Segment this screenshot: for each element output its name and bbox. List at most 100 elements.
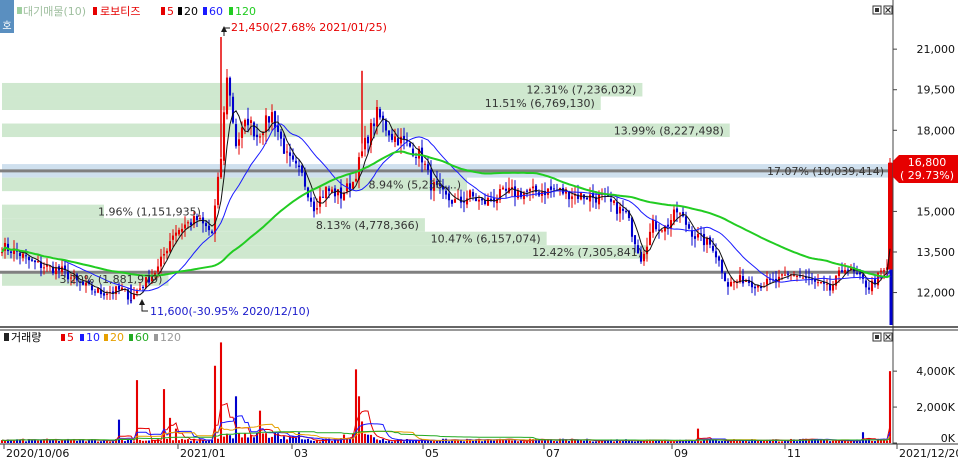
candle-body	[780, 274, 784, 276]
volume-bar	[402, 441, 406, 443]
volume-bar	[267, 437, 271, 443]
vol-ma10-swatch	[80, 334, 84, 341]
volume-bar	[432, 441, 436, 443]
price-tick-label: 15,000	[917, 205, 956, 218]
volume-bar	[264, 433, 268, 443]
x-tick-label: 2021/12/20	[899, 447, 958, 460]
volume-bar	[510, 440, 514, 443]
volume-bar	[246, 437, 250, 443]
candle-body	[222, 112, 226, 161]
stock-name-legend[interactable]: 로보티즈	[100, 5, 140, 18]
volume-bar	[333, 440, 337, 443]
vol-ma5-swatch	[61, 334, 65, 341]
volume-bar	[777, 441, 781, 443]
volume-legend-swatch	[4, 333, 9, 341]
candle-body	[249, 120, 253, 123]
volume-bar	[282, 436, 286, 443]
volume-bar	[576, 440, 580, 443]
volume-bar	[144, 440, 148, 443]
ma20-legend[interactable]: 20	[184, 5, 198, 18]
volume-bar	[612, 441, 616, 443]
candle-body	[765, 278, 769, 285]
vol-ma5-legend[interactable]: 5	[67, 331, 74, 344]
x-tick-label: 2021/01	[180, 447, 226, 460]
candle-body	[858, 272, 862, 275]
vol-ma10-legend[interactable]: 10	[86, 331, 100, 344]
candle-body	[318, 196, 322, 207]
volume-bar	[870, 440, 874, 443]
volume-bar	[657, 440, 661, 443]
high-marker: 21,450(27.68% 2021/01/25)	[221, 21, 387, 36]
volume-bar	[132, 441, 136, 443]
volume-bar	[345, 439, 349, 443]
candle-body	[408, 143, 412, 147]
candle-body	[372, 123, 376, 127]
vol-ma120-legend[interactable]: 120	[160, 331, 181, 344]
volume-bar	[699, 441, 703, 443]
volume-tick-label: 2,000K	[916, 401, 955, 414]
volume-bar	[690, 441, 694, 443]
candle-body	[315, 208, 319, 210]
volume-bar	[669, 441, 673, 443]
current-price-box: 16,800 ( 29.73%)	[893, 155, 958, 183]
vol-ma20-legend[interactable]: 20	[110, 331, 124, 344]
volume-bar	[312, 440, 316, 443]
stock-chart: 12.31% (7,236,032)11.51% (6,769,130) 13.9…	[0, 0, 958, 460]
candle-body	[501, 187, 505, 190]
volume-bar	[621, 441, 625, 443]
volume-tick-label: 0K	[941, 432, 956, 445]
ma60-legend[interactable]: 60	[209, 5, 223, 18]
candle-body	[135, 291, 139, 294]
candle-body	[795, 275, 799, 277]
ma5-legend[interactable]: 5	[167, 5, 174, 18]
candle-body	[18, 253, 22, 257]
candle-body	[300, 165, 304, 173]
volume-bar	[462, 441, 466, 443]
candle-body	[168, 241, 172, 252]
x-tick-label: 09	[674, 447, 688, 460]
candle-body	[219, 158, 223, 178]
candle-body	[390, 133, 394, 140]
candle-body	[654, 221, 658, 230]
volume-bar	[168, 417, 172, 443]
volume-bar	[654, 440, 658, 443]
volume-bar	[183, 439, 187, 443]
candle-body	[270, 112, 274, 123]
volume-profile-label: 8.94% (5,256,...)	[369, 178, 462, 191]
candle-body	[177, 229, 181, 235]
volume-bar	[252, 437, 256, 443]
volume-bar	[3, 440, 7, 443]
volume-bar	[426, 440, 430, 443]
candle-body	[621, 208, 625, 211]
candle-body	[648, 231, 652, 246]
candle-body	[231, 96, 235, 123]
volume-bar	[471, 440, 475, 443]
candle-body	[54, 267, 58, 275]
candle-body	[273, 111, 277, 128]
volume-bar	[216, 438, 220, 443]
volume-bar	[666, 441, 670, 443]
candle-body	[264, 115, 268, 133]
volume-bar	[726, 440, 730, 443]
vol-ma60-legend[interactable]: 60	[135, 331, 149, 344]
volume-title-legend[interactable]: 거래량	[11, 331, 41, 344]
volume-bar	[381, 438, 385, 443]
candle-body	[399, 136, 403, 144]
price-tick-label: 18,000	[917, 124, 956, 137]
volume-bar	[174, 428, 178, 443]
candle-body	[630, 217, 634, 237]
vol-ma20-swatch	[104, 334, 108, 341]
price-restore-icon	[875, 8, 879, 12]
candle-body	[723, 273, 727, 282]
volume-bar	[318, 441, 322, 443]
ma120-legend[interactable]: 120	[235, 5, 256, 18]
volume-bar	[636, 440, 640, 443]
volume-bar	[723, 440, 727, 443]
candle-body	[312, 201, 316, 212]
volume-profile-legend[interactable]: 대기매물(10)	[23, 5, 86, 18]
candle-body	[282, 138, 286, 154]
candle-body	[525, 190, 529, 192]
candle-body	[726, 282, 730, 287]
candle-body	[141, 286, 145, 288]
candle-body	[696, 234, 700, 238]
